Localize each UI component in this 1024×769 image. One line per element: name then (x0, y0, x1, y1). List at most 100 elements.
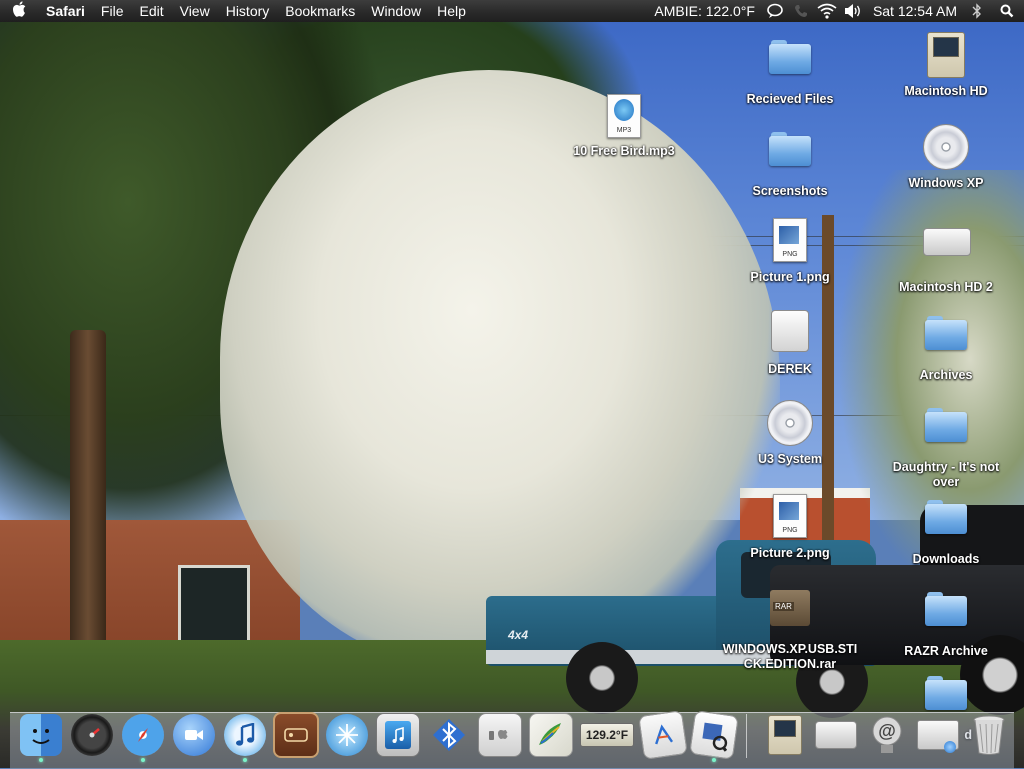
folder-icon (769, 40, 811, 74)
menu-edit[interactable]: Edit (131, 0, 171, 22)
desktop-icon-picture-2[interactable]: PNG Picture 2.png (725, 492, 855, 561)
desktop-icon-razr-archive[interactable]: RAZR Archive (881, 584, 1011, 659)
folder-icon (925, 592, 967, 626)
dock-item-itunes[interactable] (222, 710, 268, 762)
menu-bookmarks[interactable]: Bookmarks (277, 0, 363, 22)
apple-menu-icon[interactable] (0, 1, 38, 21)
dock-item-bluetooth[interactable] (426, 710, 472, 760)
dock-item-ichat[interactable] (171, 710, 217, 760)
desktop-wallpaper: 4x4 (0, 0, 1024, 768)
desktop-icon-label: DEREK (768, 362, 812, 376)
truck-badge: 4x4 (508, 628, 529, 642)
bird-icon (529, 713, 573, 757)
desktop-icon-label: Screenshots (752, 184, 828, 198)
png-file-icon: PNG (773, 218, 807, 262)
menu-history[interactable]: History (218, 0, 278, 22)
desktop-icon-u3-system[interactable]: U3 System (725, 400, 855, 467)
wifi-icon[interactable] (814, 0, 840, 22)
dock-item-trash[interactable] (966, 710, 1012, 760)
dock-item-safari[interactable] (120, 710, 166, 762)
dock-item-macintosh-hd[interactable] (762, 710, 808, 760)
desktop-icon-label: Picture 2.png (750, 546, 830, 560)
bluetooth-icon (428, 714, 470, 756)
folder-icon (925, 408, 967, 442)
dock-item-bird-app[interactable] (528, 710, 574, 760)
dock-item-ipod[interactable] (375, 710, 421, 760)
desktop-icon-macintosh-hd[interactable]: Macintosh HD (881, 32, 1011, 99)
apple-switch-icon (478, 713, 522, 757)
volume-icon[interactable] (840, 0, 866, 22)
desktop-icon-daughtry[interactable]: Daughtry - It's not over (881, 400, 1011, 490)
ichat-icon (173, 714, 215, 756)
desktop-icon-windows-xp-rar[interactable]: RAR WINDOWS.XP.USB.STICK.EDITION.rar (720, 584, 860, 672)
desktop-icon-label: Recieved Files (746, 92, 834, 106)
mp3-file-icon: MP3 (607, 94, 641, 138)
dock-item-system-profiler[interactable] (477, 710, 523, 760)
desktop-icon-free-bird-mp3[interactable]: MP3 10 Free Bird.mp3 (559, 92, 689, 159)
menu-help[interactable]: Help (429, 0, 474, 22)
dock-item-network-utility[interactable] (324, 710, 370, 760)
brick-building (0, 520, 300, 650)
thermometer-icon: 129.2°F (580, 723, 634, 747)
menu-view[interactable]: View (172, 0, 218, 22)
applications-icon (638, 710, 688, 760)
preview-icon (689, 710, 739, 760)
menu-clock[interactable]: Sat 12:54 AM (866, 0, 964, 22)
phone-icon[interactable] (788, 0, 814, 22)
menu-app-safari[interactable]: Safari (38, 0, 93, 22)
menu-window[interactable]: Window (363, 0, 429, 22)
cd-disc-icon (923, 124, 969, 170)
folder-icon (925, 676, 967, 710)
rar-archive-icon: RAR (770, 590, 810, 626)
desktop-icon-windows-xp[interactable]: Windows XP (881, 124, 1011, 191)
ambie-temperature[interactable]: AMBIE: 122.0°F (647, 0, 762, 22)
usb-drive-icon (771, 310, 809, 352)
hard-drive-icon (923, 228, 971, 256)
bluetooth-icon[interactable] (964, 0, 990, 22)
dock-item-temperature-monitor[interactable]: 129.2°F (579, 710, 635, 760)
desktop-icon-macintosh-hd-2[interactable]: Macintosh HD 2 (881, 216, 1011, 295)
desktop-icon-downloads[interactable]: Downloads (881, 492, 1011, 567)
menu-file[interactable]: File (93, 0, 132, 22)
desktop-icon-label: Picture 1.png (750, 270, 830, 284)
desktop-icon-recieved-files[interactable]: Recieved Files (725, 32, 855, 107)
trash-icon (968, 714, 1010, 756)
dock-item-applications[interactable] (638, 710, 688, 760)
desktop-icon-label: Daughtry - It's not over (892, 460, 1000, 489)
desktop-icon-label: Archives (919, 368, 973, 382)
dock-item-finder[interactable] (18, 710, 64, 762)
finder-icon (20, 714, 62, 756)
speech-bubble-icon[interactable] (762, 0, 788, 22)
menu-bar: Safari File Edit View History Bookmarks … (0, 0, 1024, 22)
folder-icon (769, 132, 811, 166)
desktop-icon-label: Windows XP (908, 176, 984, 190)
network-drive-icon (917, 714, 959, 756)
desktop-icon-screenshots[interactable]: Screenshots (725, 124, 855, 199)
dock: 129.2°F @ (18, 710, 1012, 766)
at-icon: @ (866, 714, 908, 756)
network-icon (326, 714, 368, 756)
itunes-icon (224, 714, 266, 756)
dock-item-external-drive[interactable] (813, 710, 859, 760)
dock-item-dashboard[interactable] (69, 710, 115, 760)
dock-separator (746, 714, 747, 758)
desktop-icon-label: Downloads (912, 552, 980, 566)
spotlight-search-icon[interactable] (990, 0, 1024, 22)
macintosh-hd-icon (927, 32, 965, 78)
dock-item-mail-stack[interactable]: @ (864, 710, 910, 760)
desktop-icon-label: Macintosh HD 2 (899, 280, 993, 294)
desktop-icon-label: RAZR Archive (904, 644, 988, 658)
menu-extras: AMBIE: 122.0°F Sat 12:54 AM (647, 0, 1024, 22)
dock-item-preview[interactable] (689, 710, 739, 762)
folder-icon (925, 316, 967, 350)
photo-booth-icon (273, 712, 319, 758)
building-door (178, 565, 250, 649)
desktop-icon-picture-1[interactable]: PNG Picture 1.png (725, 216, 855, 285)
dock-item-photo-booth[interactable] (273, 710, 319, 760)
png-file-icon: PNG (773, 494, 807, 538)
desktop-icon-label: Macintosh HD (904, 84, 988, 98)
desktop-icon-derek[interactable]: DEREK (725, 308, 855, 377)
desktop-icon-archives[interactable]: Archives (881, 308, 1011, 383)
desktop-icon-label: 10 Free Bird.mp3 (573, 144, 675, 158)
dock-item-network-stack[interactable] (915, 710, 961, 760)
